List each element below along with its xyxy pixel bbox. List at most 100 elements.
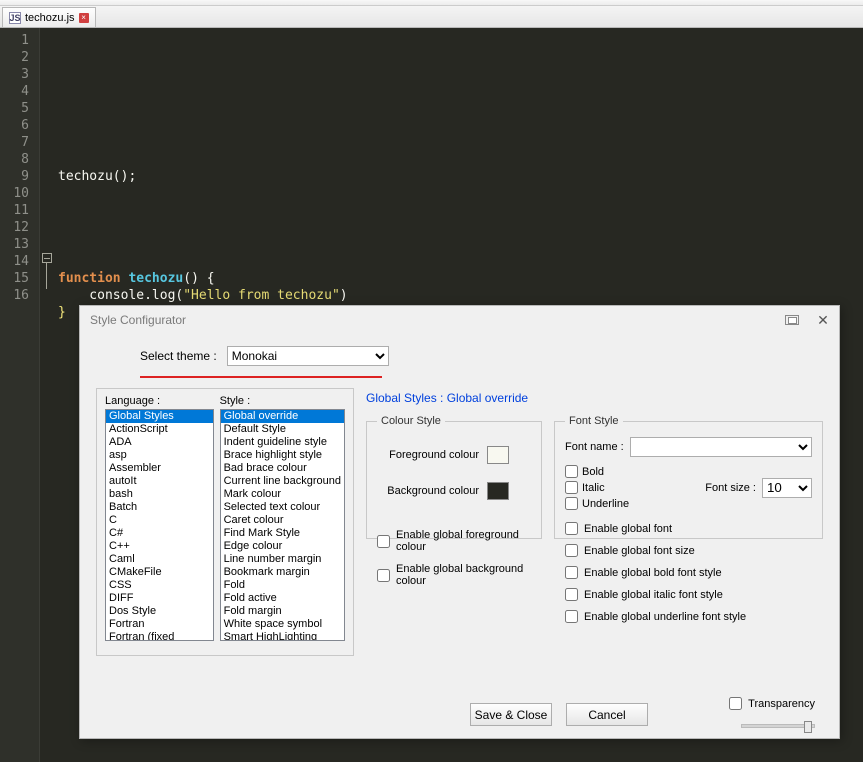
- list-item[interactable]: Edge colour: [221, 540, 344, 553]
- list-item[interactable]: Bad brace colour: [221, 462, 344, 475]
- close-icon[interactable]: ✕: [817, 312, 829, 329]
- line-number: 11: [0, 202, 29, 219]
- line-number: 5: [0, 100, 29, 117]
- style-listbox[interactable]: Global override Default Style Indent gui…: [220, 409, 345, 641]
- fold-line: [46, 263, 47, 289]
- list-item[interactable]: Global Styles: [106, 410, 213, 423]
- font-name-label: Font name :: [565, 441, 624, 453]
- list-item[interactable]: Fold active: [221, 592, 344, 605]
- list-item[interactable]: Fortran (fixed: [106, 631, 213, 641]
- transparency-row: Transparency: [729, 697, 815, 710]
- line-number: 3: [0, 66, 29, 83]
- italic-checkbox[interactable]: Italic: [565, 481, 629, 494]
- list-item[interactable]: White space symbol: [221, 618, 344, 631]
- enable-italic-checkbox[interactable]: Enable global italic font style: [565, 588, 812, 601]
- enable-underline-checkbox[interactable]: Enable global underline font style: [565, 610, 812, 623]
- list-item[interactable]: Selected text colour: [221, 501, 344, 514]
- list-item[interactable]: C: [106, 514, 213, 527]
- tab-bar: JS techozu.js ×: [0, 6, 863, 28]
- list-item[interactable]: Line number margin: [221, 553, 344, 566]
- theme-select[interactable]: Monokai: [227, 346, 389, 366]
- right-panel: Global Styles : Global override Colour S…: [366, 388, 823, 656]
- transparency-checkbox[interactable]: Transparency: [729, 697, 815, 710]
- list-item[interactable]: Caml: [106, 553, 213, 566]
- enable-font-size-checkbox[interactable]: Enable global font size: [565, 544, 812, 557]
- style-configurator-dialog: Style Configurator ✕ Select theme : Mono…: [79, 305, 840, 739]
- list-item[interactable]: Find Mark Style: [221, 527, 344, 540]
- list-item[interactable]: Default Style: [221, 423, 344, 436]
- breadcrumb: Global Styles : Global override: [366, 391, 823, 405]
- foreground-colour-swatch[interactable]: [487, 446, 509, 464]
- font-name-select[interactable]: [630, 437, 812, 457]
- list-item[interactable]: Fold margin: [221, 605, 344, 618]
- fold-toggle-icon[interactable]: [42, 253, 52, 263]
- dialog-title: Style Configurator: [90, 313, 186, 327]
- line-number: 8: [0, 151, 29, 168]
- line-number: 9: [0, 168, 29, 185]
- bold-checkbox[interactable]: Bold: [565, 465, 629, 478]
- enable-bold-checkbox[interactable]: Enable global bold font style: [565, 566, 812, 579]
- list-item[interactable]: CMakeFile: [106, 566, 213, 579]
- list-item[interactable]: CSS: [106, 579, 213, 592]
- font-size-label: Font size :: [705, 482, 756, 494]
- list-item[interactable]: Dos Style: [106, 605, 213, 618]
- list-item[interactable]: C#: [106, 527, 213, 540]
- list-item[interactable]: Mark colour: [221, 488, 344, 501]
- file-tab[interactable]: JS techozu.js ×: [2, 7, 96, 27]
- theme-row: Select theme : Monokai: [80, 334, 839, 372]
- colour-style-group: Colour Style Foreground colour Backgroun…: [366, 415, 542, 539]
- list-item[interactable]: C++: [106, 540, 213, 553]
- language-listbox[interactable]: Global Styles ActionScript ADA asp Assem…: [105, 409, 214, 641]
- list-item[interactable]: bash: [106, 488, 213, 501]
- bg-label: Background colour: [377, 485, 479, 497]
- fold-column: [40, 28, 58, 762]
- transparency-slider[interactable]: [741, 724, 815, 728]
- list-item[interactable]: DIFF: [106, 592, 213, 605]
- dialog-titlebar[interactable]: Style Configurator ✕: [80, 306, 839, 334]
- line-number: 6: [0, 117, 29, 134]
- slider-thumb-icon[interactable]: [804, 721, 812, 733]
- list-item[interactable]: Current line background: [221, 475, 344, 488]
- enable-font-checkbox[interactable]: Enable global font: [565, 522, 812, 535]
- line-number: 4: [0, 83, 29, 100]
- list-item[interactable]: Batch: [106, 501, 213, 514]
- list-item[interactable]: Global override: [221, 410, 344, 423]
- enable-bg-checkbox[interactable]: Enable global background colour: [377, 563, 531, 587]
- font-size-select[interactable]: 10: [762, 478, 812, 498]
- underline-checkbox[interactable]: Underline: [565, 497, 629, 510]
- code-line: }: [58, 305, 66, 320]
- left-panel: Language : Global Styles ActionScript AD…: [96, 388, 354, 656]
- list-item[interactable]: Caret colour: [221, 514, 344, 527]
- list-item[interactable]: Fortran: [106, 618, 213, 631]
- list-item[interactable]: Indent guideline style: [221, 436, 344, 449]
- close-icon[interactable]: ×: [79, 13, 89, 23]
- tab-filename: techozu.js: [25, 12, 75, 24]
- background-colour-swatch[interactable]: [487, 482, 509, 500]
- line-number: 1: [0, 32, 29, 49]
- list-item[interactable]: Brace highlight style: [221, 449, 344, 462]
- line-number: 16: [0, 287, 29, 304]
- save-close-button[interactable]: Save & Close: [470, 703, 552, 726]
- line-number: 2: [0, 49, 29, 66]
- style-label: Style :: [220, 395, 345, 407]
- list-item[interactable]: Assembler: [106, 462, 213, 475]
- list-item[interactable]: ActionScript: [106, 423, 213, 436]
- enable-fg-checkbox[interactable]: Enable global foreground colour: [377, 529, 531, 553]
- colour-legend: Colour Style: [377, 415, 445, 427]
- list-item[interactable]: ADA: [106, 436, 213, 449]
- list-item[interactable]: autoIt: [106, 475, 213, 488]
- list-item[interactable]: Smart HighLighting: [221, 631, 344, 641]
- list-item[interactable]: asp: [106, 449, 213, 462]
- line-number: 12: [0, 219, 29, 236]
- line-number: 7: [0, 134, 29, 151]
- list-item[interactable]: Fold: [221, 579, 344, 592]
- cancel-button[interactable]: Cancel: [566, 703, 648, 726]
- line-number: 10: [0, 185, 29, 202]
- line-number: 14: [0, 253, 29, 270]
- list-item[interactable]: Bookmark margin: [221, 566, 344, 579]
- code-line: console.log("Hello from techozu"): [58, 288, 348, 303]
- dialog-buttons: Save & Close Cancel: [80, 703, 839, 726]
- language-label: Language :: [105, 395, 214, 407]
- code-line: function techozu() {: [58, 271, 215, 286]
- maximize-icon[interactable]: [785, 315, 799, 325]
